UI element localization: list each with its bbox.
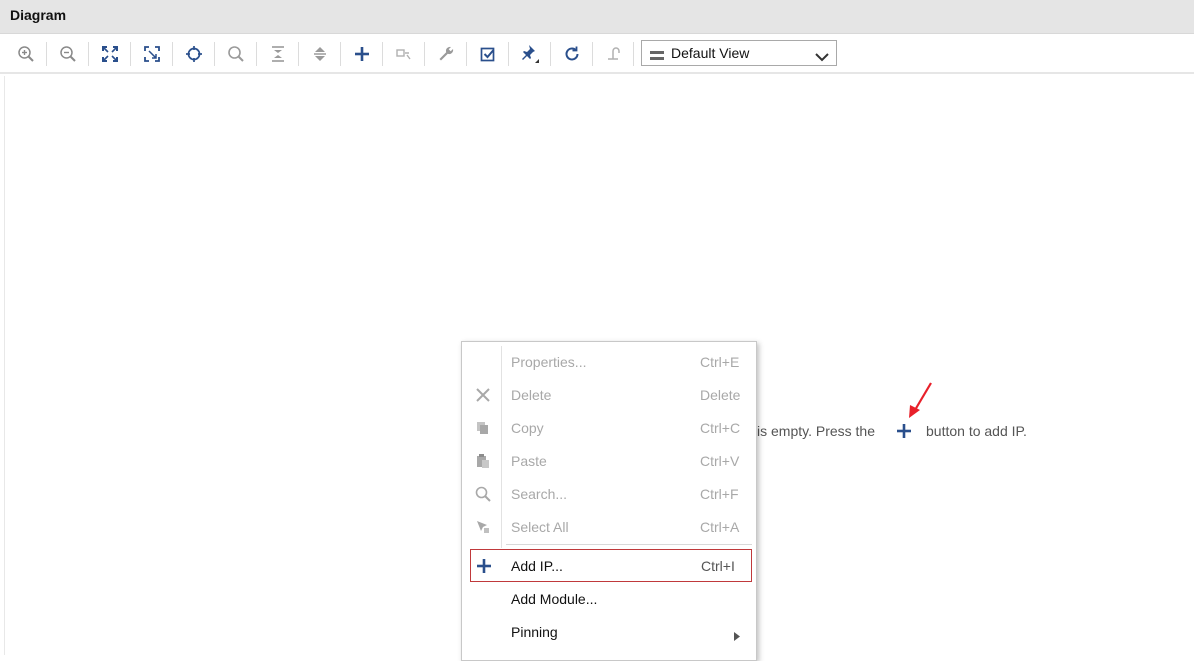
toolbar-separator [633, 42, 634, 66]
add-ip-icon [475, 557, 493, 575]
view-list-icon [650, 48, 664, 66]
menu-item-select-all[interactable]: Select All Ctrl+A [462, 510, 756, 543]
menu-item-shortcut: Ctrl+C [700, 420, 741, 436]
zoom-fit-icon[interactable] [98, 42, 122, 66]
menu-divider [506, 544, 752, 545]
toolbar-separator [256, 42, 257, 66]
menu-item-shortcut: Ctrl+A [700, 519, 740, 535]
menu-item-label: Search... [511, 486, 568, 502]
menu-item-search[interactable]: Search... Ctrl+F [462, 477, 756, 510]
menu-item-label: Add IP... [511, 558, 563, 574]
toolbar-separator [424, 42, 425, 66]
zoom-out-icon[interactable] [56, 42, 80, 66]
toolbar-separator [172, 42, 173, 66]
regenerate-layout-icon[interactable] [602, 42, 626, 66]
toolbar-separator [382, 42, 383, 66]
delete-x-icon [474, 386, 492, 404]
empty-diagram-hint: is empty. Press the [757, 423, 876, 439]
zoom-in-icon[interactable] [14, 42, 38, 66]
empty-diagram-hint-suffix: button to add IP. [926, 423, 1027, 439]
toolbar-separator [466, 42, 467, 66]
menu-item-add-module[interactable]: Add Module... [462, 582, 756, 615]
menu-item-add-ip[interactable]: Add IP... Ctrl+I [470, 549, 752, 582]
menu-item-label: Copy [511, 420, 544, 436]
view-select[interactable]: Default View [641, 40, 837, 66]
diagram-title-bar: Diagram [0, 0, 1194, 34]
menu-item-shortcut: Delete [700, 387, 741, 403]
zoom-area-icon[interactable] [140, 42, 164, 66]
menu-item-paste[interactable]: Paste Ctrl+V [462, 444, 756, 477]
menu-item-label: Add Module... [511, 591, 598, 607]
view-select-value: Default View [671, 45, 750, 61]
search-icon[interactable] [224, 42, 248, 66]
menu-item-label: Delete [511, 387, 552, 403]
paste-icon [474, 452, 492, 470]
toolbar-separator [340, 42, 341, 66]
toolbar-separator [130, 42, 131, 66]
wrench-icon[interactable] [434, 42, 458, 66]
toolbar-separator [550, 42, 551, 66]
diagram-toolbar: Default View [0, 34, 1194, 74]
validate-design-icon[interactable] [476, 42, 500, 66]
toolbar-separator [508, 42, 509, 66]
diagram-title: Diagram [10, 7, 67, 23]
make-external-icon[interactable] [392, 42, 416, 66]
copy-icon [474, 419, 492, 437]
pin-icon[interactable] [518, 42, 542, 66]
menu-item-label: Pinning [511, 624, 558, 640]
expand-all-icon[interactable] [308, 42, 332, 66]
menu-item-label: Paste [511, 453, 547, 469]
collapse-all-icon[interactable] [266, 42, 290, 66]
menu-item-label: Select All [511, 519, 569, 535]
chevron-down-icon [815, 49, 829, 67]
menu-item-copy[interactable]: Copy Ctrl+C [462, 411, 756, 444]
crosshair-icon[interactable] [182, 42, 206, 66]
menu-item-shortcut: Ctrl+F [700, 486, 739, 502]
menu-item-shortcut: Ctrl+I [701, 558, 735, 574]
toolbar-separator [88, 42, 89, 66]
menu-item-label: Properties... [511, 354, 587, 370]
toolbar-separator [298, 42, 299, 66]
toolbar-separator [592, 42, 593, 66]
menu-item-pinning[interactable]: Pinning [462, 615, 756, 648]
toolbar-separator [46, 42, 47, 66]
search-icon [474, 485, 492, 503]
menu-item-shortcut: Ctrl+E [700, 354, 740, 370]
menu-item-delete[interactable]: Delete Delete [462, 378, 756, 411]
menu-item-shortcut: Ctrl+V [700, 453, 740, 469]
toolbar-separator [214, 42, 215, 66]
context-menu: Properties... Ctrl+E Delete Delete Copy … [461, 341, 757, 661]
select-all-icon [474, 518, 492, 536]
refresh-icon[interactable] [560, 42, 584, 66]
annotation-arrow-icon [905, 380, 935, 425]
add-ip-icon[interactable] [350, 42, 374, 66]
menu-item-properties[interactable]: Properties... Ctrl+E [462, 345, 756, 378]
add-ip-hint-icon[interactable] [895, 422, 913, 445]
submenu-arrow-icon [734, 628, 740, 646]
